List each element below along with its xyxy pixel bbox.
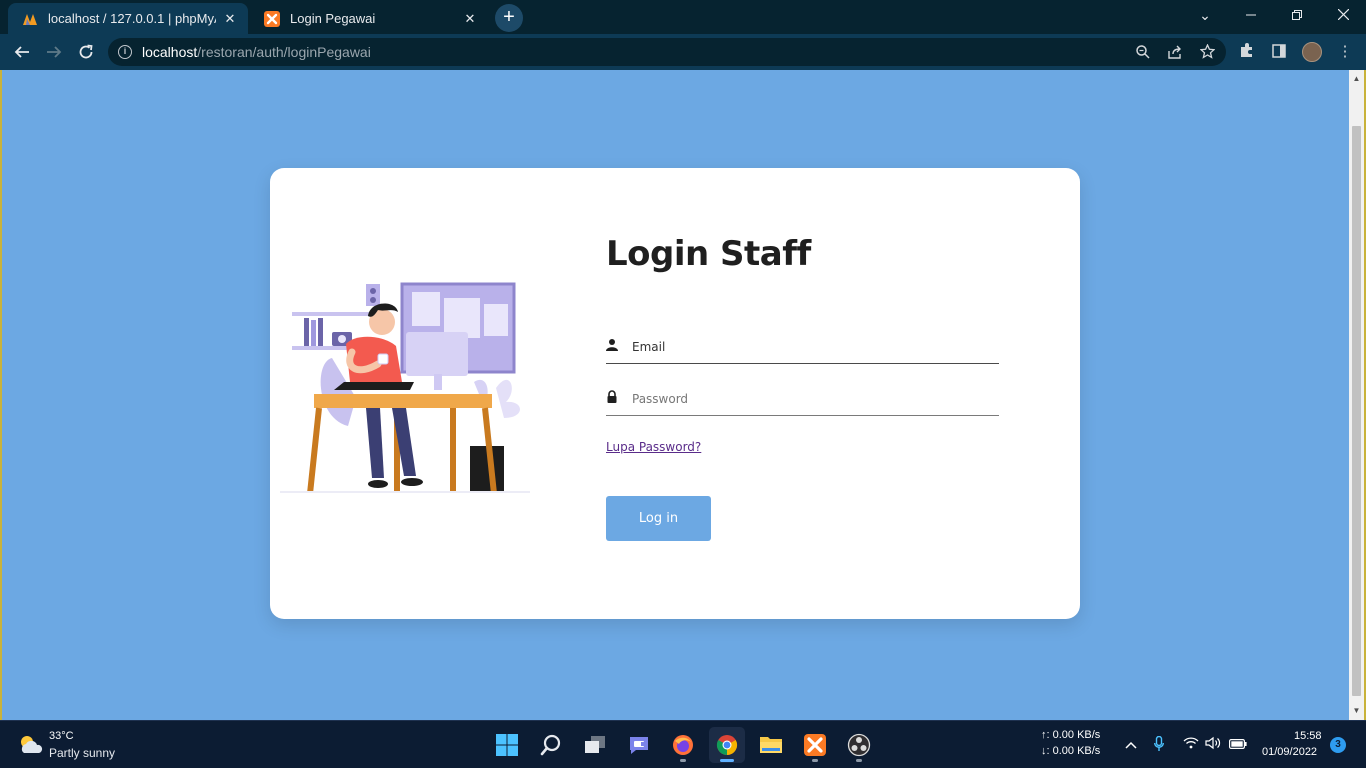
xampp-icon — [804, 734, 826, 756]
weather-description[interactable]: Partly sunny — [49, 746, 115, 760]
email-field — [606, 332, 999, 364]
tab-phpmyadmin[interactable]: localhost / 127.0.0.1 | phpMyAdmin ✕ — [8, 3, 248, 34]
phpmyadmin-icon — [22, 11, 38, 27]
obs-button[interactable] — [841, 727, 877, 763]
chrome-icon — [716, 735, 738, 756]
scrollbar-thumb[interactable] — [1352, 126, 1361, 696]
site-info-icon[interactable]: i — [118, 45, 132, 59]
password-field — [606, 384, 999, 416]
browser-toolbar: i localhost/restoran/auth/loginPegawai ⋮ — [0, 34, 1366, 70]
task-view-button[interactable] — [577, 727, 613, 763]
clock-time[interactable]: 15:58 — [1294, 730, 1322, 742]
windows-icon — [496, 734, 518, 756]
office-worker-illustration — [280, 282, 530, 493]
download-speed: ↓: 0.00 KB/s — [1041, 745, 1101, 757]
firefox-icon — [673, 735, 693, 755]
forgot-password-link[interactable]: Lupa Password? — [606, 440, 701, 454]
xampp-icon — [264, 10, 280, 27]
tab-search-icon[interactable]: ⌄ — [1182, 0, 1228, 32]
url-text[interactable]: localhost/restoran/auth/loginPegawai — [142, 44, 371, 60]
zoom-icon[interactable] — [1132, 42, 1154, 62]
clock-date[interactable]: 01/09/2022 — [1262, 746, 1317, 758]
chat-icon — [630, 737, 648, 754]
back-icon[interactable] — [8, 38, 36, 66]
vertical-scrollbar[interactable]: ▲ ▼ — [1349, 70, 1364, 720]
tab-title: Login Pegawai — [290, 11, 376, 26]
extensions-icon[interactable] — [1236, 42, 1258, 62]
close-tab-icon[interactable]: ✕ — [222, 11, 238, 27]
forward-icon[interactable] — [40, 38, 68, 66]
teams-chat-button[interactable] — [621, 727, 657, 763]
chevron-up-icon[interactable] — [1122, 736, 1140, 754]
address-bar[interactable]: i localhost/restoran/auth/loginPegawai — [108, 38, 1226, 66]
speaker-icon[interactable] — [1204, 736, 1222, 754]
restore-button[interactable] — [1274, 0, 1320, 32]
xampp-button[interactable] — [797, 727, 833, 763]
folder-icon — [760, 737, 782, 753]
tab-title: localhost / 127.0.0.1 | phpMyAdmin — [48, 11, 216, 26]
partly-sunny-icon[interactable] — [18, 733, 44, 755]
obs-icon — [847, 733, 871, 757]
login-card: Login Staff Lupa Password? Log in — [270, 168, 1080, 619]
firefox-button[interactable] — [665, 727, 701, 763]
taskbar: 33°C Partly sunny ↑: 0.00 KB/s ↓: 0.00 K… — [0, 720, 1366, 768]
search-icon — [540, 734, 561, 756]
minimize-button[interactable] — [1228, 0, 1274, 32]
close-tab-icon[interactable]: ✕ — [462, 11, 478, 27]
chrome-button[interactable] — [709, 727, 745, 763]
scroll-up-icon[interactable]: ▲ — [1349, 74, 1364, 83]
email-input[interactable] — [632, 334, 992, 360]
bookmark-star-icon[interactable] — [1196, 42, 1218, 62]
page-title: Login Staff — [606, 234, 811, 274]
search-button[interactable] — [533, 727, 569, 763]
page-viewport: Login Staff Lupa Password? Log in — [2, 70, 1349, 720]
upload-speed: ↑: 0.00 KB/s — [1041, 729, 1101, 741]
microphone-icon[interactable] — [1150, 735, 1168, 754]
tab-login-pegawai[interactable]: Login Pegawai ✕ — [250, 3, 488, 34]
menu-dots-icon[interactable]: ⋮ — [1334, 42, 1356, 62]
scroll-down-icon[interactable]: ▼ — [1349, 706, 1364, 715]
new-tab-button[interactable]: + — [495, 4, 523, 32]
file-explorer-button[interactable] — [753, 727, 789, 763]
tab-bar: localhost / 127.0.0.1 | phpMyAdmin ✕ Log… — [0, 0, 1366, 34]
profile-avatar[interactable] — [1302, 42, 1322, 62]
password-input[interactable] — [632, 386, 992, 412]
close-window-button[interactable] — [1320, 0, 1366, 32]
wifi-icon[interactable] — [1182, 736, 1200, 754]
task-view-icon — [585, 736, 605, 753]
start-button[interactable] — [489, 727, 525, 763]
side-panel-icon[interactable] — [1268, 42, 1290, 62]
notification-badge[interactable]: 3 — [1330, 737, 1346, 753]
share-icon[interactable] — [1164, 42, 1186, 62]
login-button[interactable]: Log in — [606, 496, 711, 541]
battery-icon[interactable] — [1229, 736, 1247, 754]
user-icon — [606, 339, 618, 351]
weather-temperature[interactable]: 33°C — [49, 730, 74, 742]
lock-icon — [607, 390, 617, 403]
reload-icon[interactable] — [72, 38, 100, 66]
